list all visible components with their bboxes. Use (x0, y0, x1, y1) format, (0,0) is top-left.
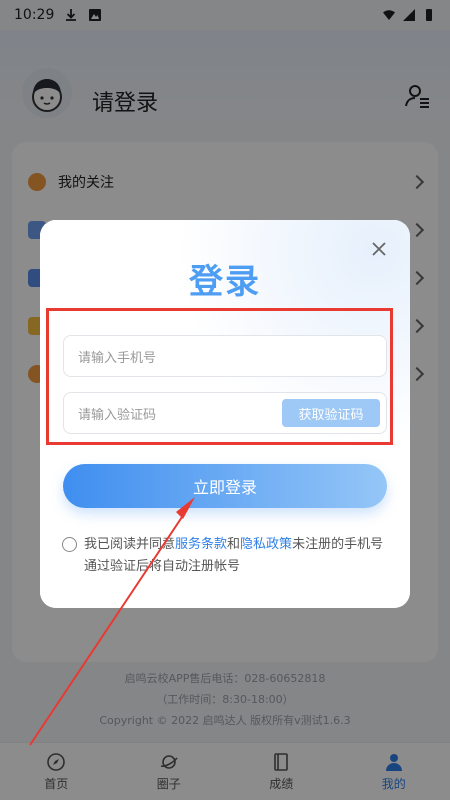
terms-link[interactable]: 服务条款 (175, 537, 227, 552)
agree-and: 和 (227, 537, 241, 552)
login-button[interactable]: 立即登录 (63, 464, 387, 508)
privacy-link[interactable]: 隐私政策 (240, 537, 292, 552)
highlight-box (46, 308, 393, 445)
login-modal: 登录 请输入手机号 请输入验证码 获取验证码 立即登录 我已阅读并同意服务条款和… (40, 220, 410, 608)
agree-checkbox[interactable] (62, 537, 77, 552)
modal-title: 登录 (189, 262, 261, 302)
agree-prefix: 我已阅读并同意 (84, 537, 176, 552)
agreement-row: 我已阅读并同意服务条款和隐私政策未注册的手机号通过验证后将自动注册帐号 (62, 534, 392, 578)
